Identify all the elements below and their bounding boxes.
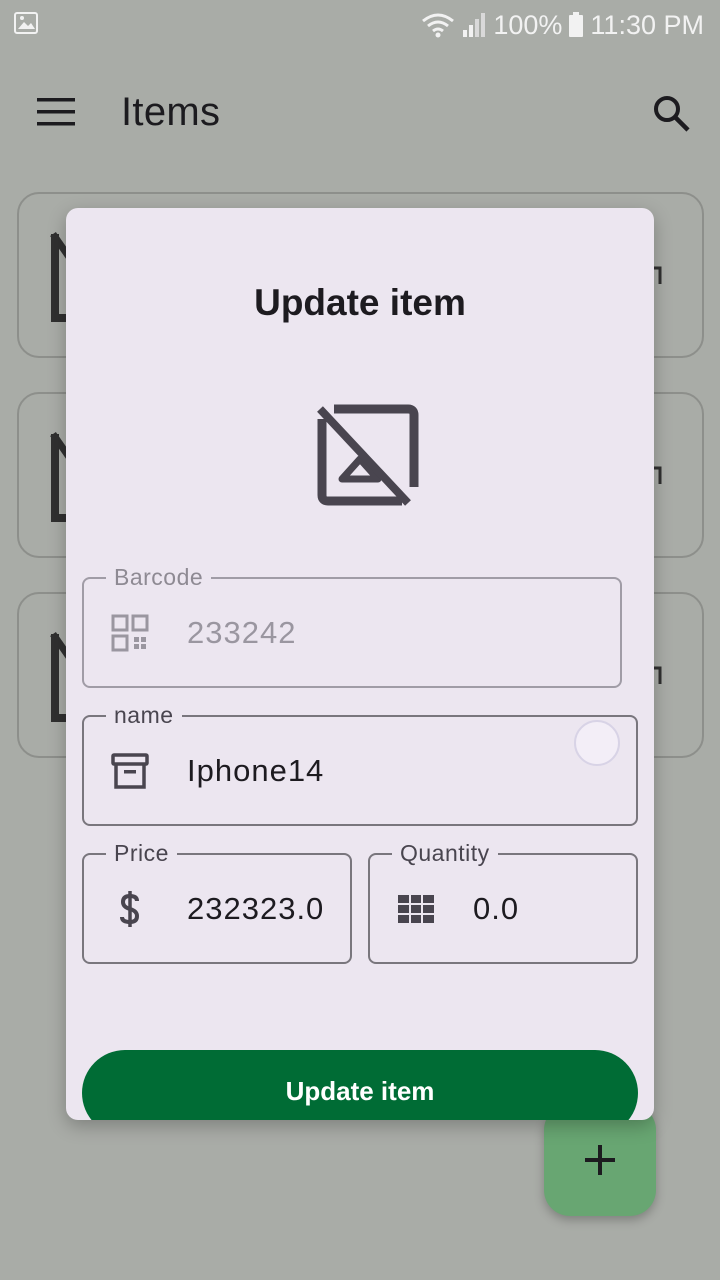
quantity-label: Quantity <box>392 839 498 867</box>
add-item-fab[interactable] <box>544 1104 656 1216</box>
page-title: Items <box>121 90 221 134</box>
app-bar: Items <box>0 50 720 180</box>
status-bar: 100% 11:30 PM <box>0 0 720 50</box>
qr-code-icon <box>111 614 149 652</box>
battery-icon <box>569 12 584 37</box>
price-input[interactable]: 232323.0 <box>187 889 322 929</box>
name-label: name <box>106 701 182 729</box>
focus-ripple <box>574 720 620 766</box>
update-item-button[interactable]: Update item <box>82 1050 638 1120</box>
grid-icon <box>398 895 434 923</box>
price-field[interactable]: Price 232323.0 <box>82 839 352 964</box>
hide-image-icon[interactable] <box>316 403 420 507</box>
signal-icon <box>463 13 486 37</box>
dialog-title: Update item <box>254 282 466 323</box>
barcode-label: Barcode <box>106 563 212 591</box>
barcode-field: Barcode 233242 <box>82 563 622 688</box>
clock: 11:30 PM <box>590 9 704 40</box>
gallery-icon <box>14 12 38 34</box>
name-field[interactable]: name Iphone14 <box>82 701 638 826</box>
quantity-field[interactable]: Quantity 0.0 <box>368 839 638 964</box>
barcode-input: 233242 <box>187 615 297 650</box>
search-icon[interactable] <box>648 90 694 136</box>
battery-percent: 100% <box>493 9 563 40</box>
menu-icon[interactable] <box>30 90 82 134</box>
plus-icon <box>585 1145 615 1175</box>
archive-box-icon <box>111 753 149 789</box>
wifi-icon <box>422 13 455 38</box>
update-item-dialog: Update item Barcode 233242 name Iphone14 <box>66 208 654 1120</box>
dollar-icon <box>120 891 140 927</box>
price-label: Price <box>106 839 177 867</box>
quantity-input[interactable]: 0.0 <box>473 889 519 929</box>
name-input[interactable]: Iphone14 <box>187 751 324 791</box>
